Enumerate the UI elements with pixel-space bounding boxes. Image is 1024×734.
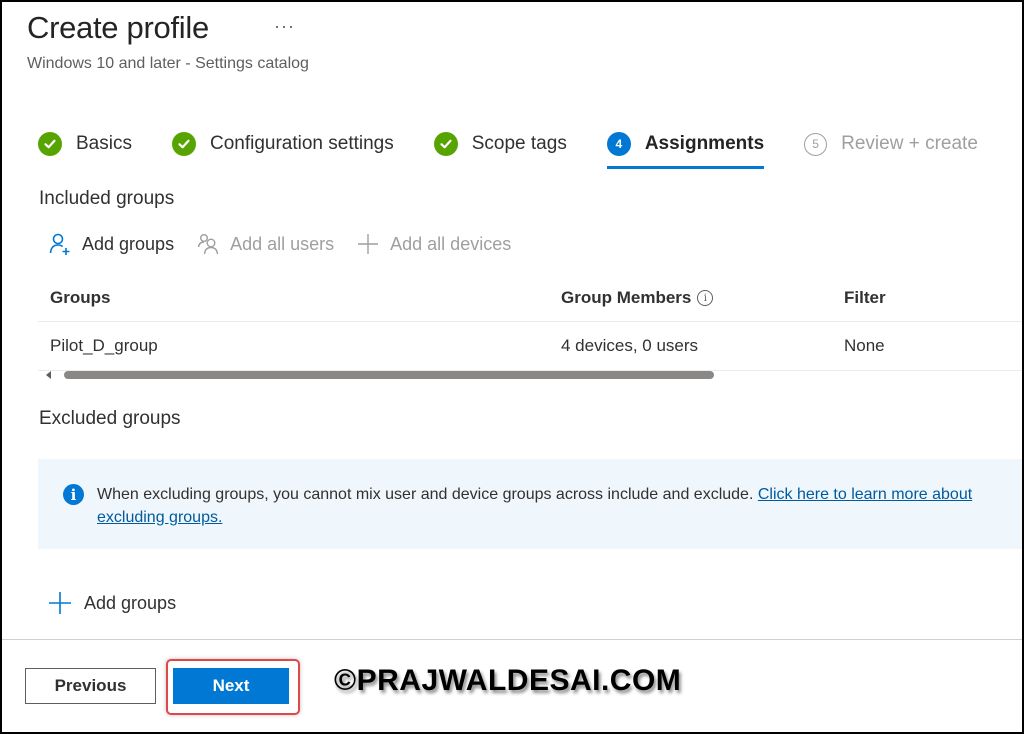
- column-header-filter[interactable]: Filter: [844, 288, 886, 308]
- horizontal-scrollbar[interactable]: [38, 368, 1022, 382]
- group-name-cell: Pilot_D_group: [50, 336, 158, 355]
- column-header-group-members[interactable]: Group Members i: [561, 288, 714, 308]
- included-groups-heading: Included groups: [39, 188, 175, 209]
- previous-button[interactable]: Previous: [25, 668, 156, 704]
- step-review-create[interactable]: 5 Review + create: [804, 127, 978, 161]
- step-scope-tags[interactable]: Scope tags: [433, 127, 567, 161]
- step-configuration-settings[interactable]: Configuration settings: [171, 127, 394, 161]
- step-number-badge: 5: [804, 132, 828, 156]
- step-number-badge: 4: [606, 132, 631, 156]
- info-message-text: When excluding groups, you cannot mix us…: [97, 486, 758, 503]
- add-all-devices-label: Add all devices: [390, 233, 512, 254]
- page-title: Create profile: [27, 10, 209, 45]
- info-message: When excluding groups, you cannot mix us…: [97, 483, 1022, 529]
- users-icon: [196, 232, 220, 256]
- info-message-bar: i When excluding groups, you cannot mix …: [38, 459, 1022, 549]
- table-row[interactable]: Pilot_D_group 4 devices, 0 users None: [38, 322, 1022, 371]
- step-label: Scope tags: [471, 133, 567, 154]
- add-all-users-label: Add all users: [230, 233, 335, 254]
- add-group-icon: [48, 232, 72, 256]
- step-basics[interactable]: Basics: [38, 127, 132, 161]
- info-icon: i: [63, 484, 84, 505]
- included-groups-table: Groups Group Members i Filter Pilot_D_gr…: [38, 275, 1022, 371]
- add-all-users-button[interactable]: Add all users: [196, 232, 334, 256]
- step-assignments[interactable]: 4 Assignments: [606, 127, 765, 169]
- create-profile-page: Create profile ··· Windows 10 and later …: [2, 2, 1022, 732]
- footer-divider: [2, 639, 1022, 640]
- more-options-button[interactable]: ···: [274, 16, 295, 37]
- learn-more-link-line1: Click here to learn more about: [757, 486, 973, 503]
- included-command-bar: Add groups Add all users Add all devices: [48, 232, 533, 256]
- step-label: Basics: [76, 133, 132, 154]
- info-icon[interactable]: i: [697, 290, 714, 306]
- excluded-groups-heading: Excluded groups: [39, 408, 181, 429]
- learn-more-link-line2: excluding groups.: [97, 509, 223, 526]
- watermark: ©PRAJWALDESAI.COM: [334, 664, 682, 697]
- column-header-groups[interactable]: Groups: [50, 288, 110, 308]
- check-icon: [171, 132, 196, 156]
- add-groups-button[interactable]: Add groups: [48, 232, 174, 256]
- add-groups-label: Add groups: [82, 233, 175, 254]
- add-all-devices-button[interactable]: Add all devices: [356, 232, 511, 256]
- next-button[interactable]: Next: [173, 668, 289, 704]
- check-icon: [433, 132, 458, 156]
- wizard-steps: Basics Configuration settings Scope tags…: [38, 127, 1018, 169]
- add-excluded-groups-button[interactable]: Add groups: [48, 591, 176, 615]
- check-icon: [38, 132, 62, 156]
- group-members-cell: 4 devices, 0 users: [561, 336, 699, 355]
- plus-icon: [356, 232, 380, 256]
- filter-cell: None: [844, 336, 885, 355]
- step-label: Review + create: [841, 133, 978, 154]
- scroll-left-arrow-icon[interactable]: [46, 371, 51, 379]
- column-header-label: Group Members: [561, 288, 692, 307]
- scrollbar-thumb[interactable]: [64, 371, 714, 379]
- plus-icon: [48, 591, 72, 615]
- table-header-row: Groups Group Members i Filter: [38, 275, 1022, 322]
- page-subtitle: Windows 10 and later - Settings catalog: [27, 55, 309, 72]
- step-label: Configuration settings: [209, 133, 394, 154]
- step-label: Assignments: [644, 133, 765, 154]
- add-groups-label: Add groups: [84, 592, 177, 613]
